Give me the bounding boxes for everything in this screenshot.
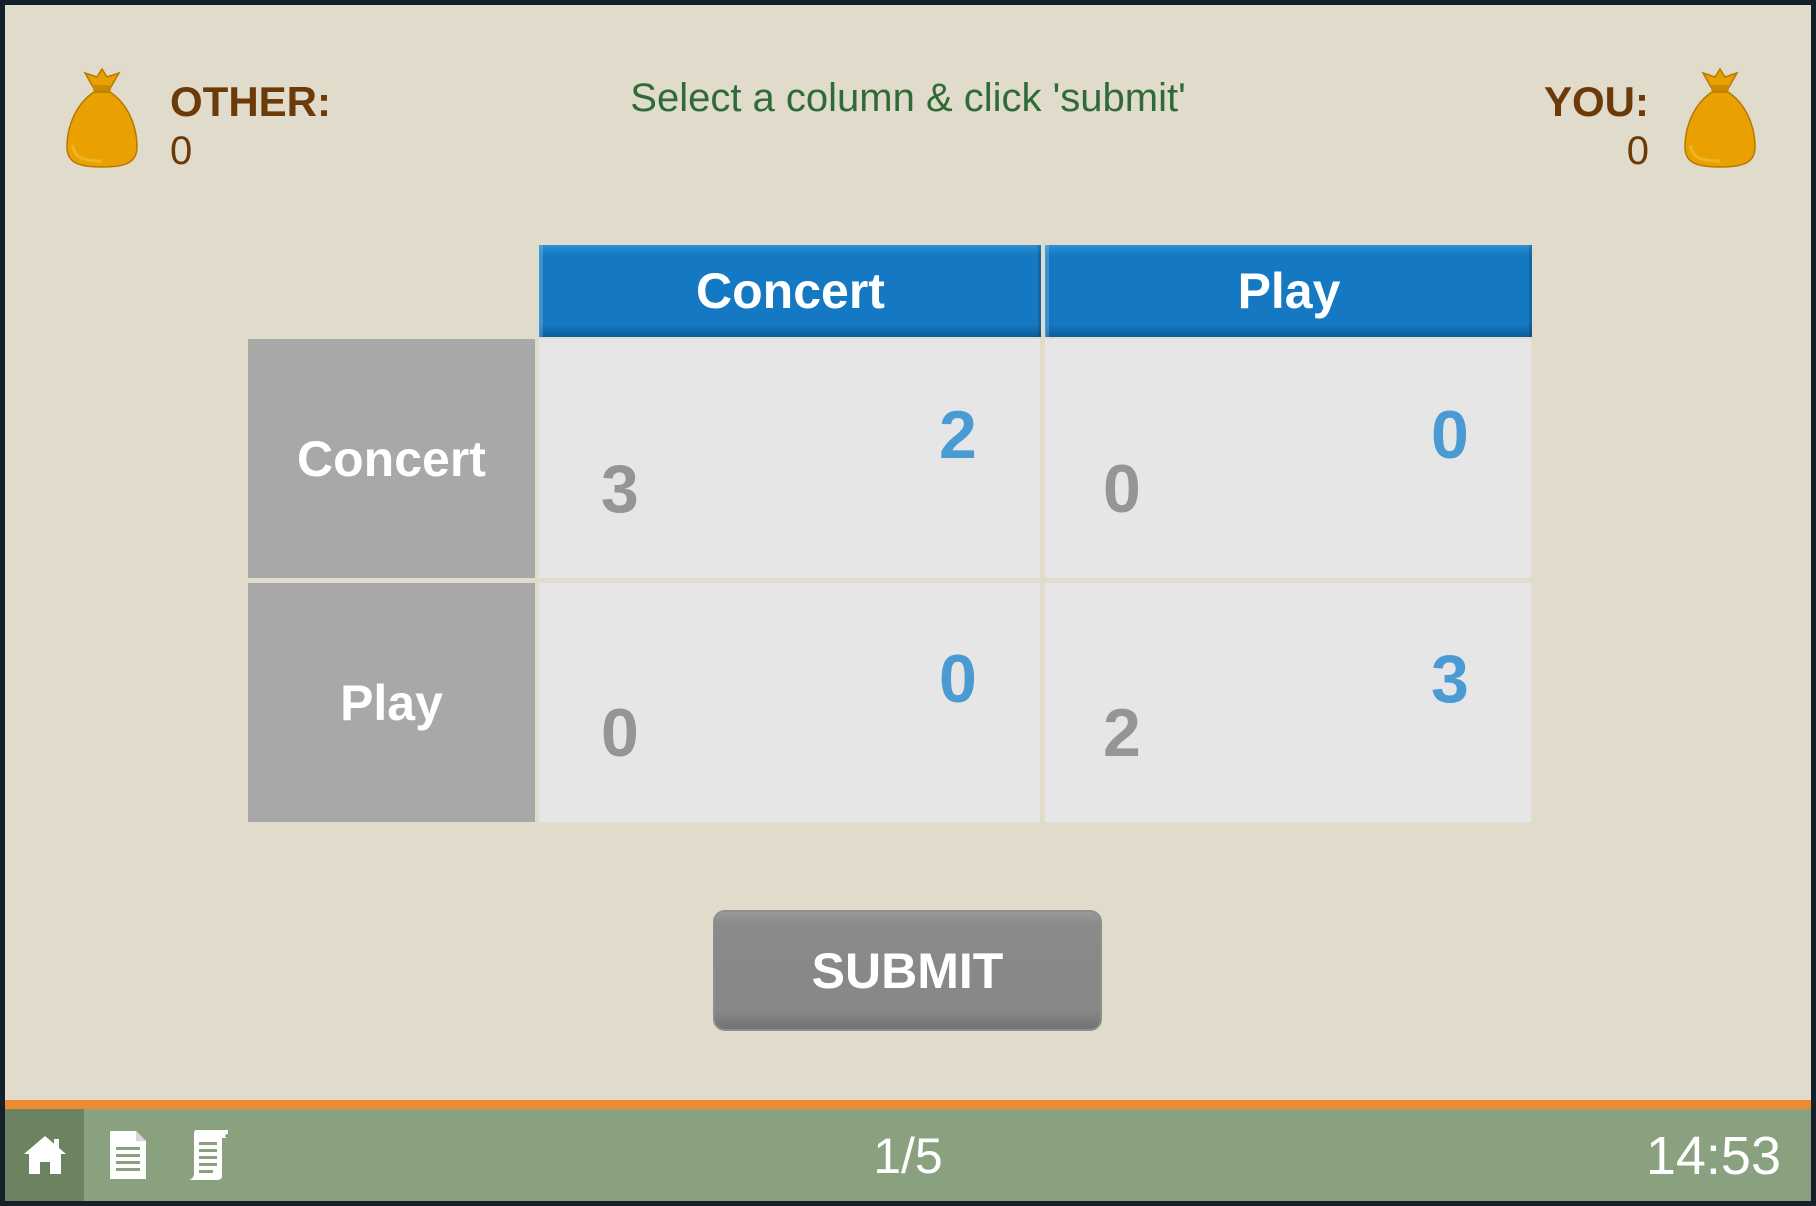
payoff-cell-play-play[interactable]: 3 2 — [1045, 583, 1531, 822]
payoff-other: 3 — [601, 451, 639, 527]
you-score-label: YOU: — [1544, 78, 1649, 125]
payoff-other: 0 — [601, 695, 639, 771]
clock-time: 14:53 — [1645, 1126, 1781, 1186]
footer-bar: 1/5 14:53 — [5, 1109, 1811, 1201]
page-counter: 1/5 — [873, 1128, 943, 1184]
instruction-text: Select a column & click 'submit' — [630, 76, 1186, 120]
submit-button[interactable]: SUBMIT — [713, 910, 1102, 1031]
you-score-value: 0 — [1626, 129, 1649, 173]
payoff-you: 0 — [1431, 397, 1469, 473]
payoff-cell-play-concert[interactable]: 0 0 — [539, 583, 1040, 822]
payoff-cell-concert-play[interactable]: 0 0 — [1045, 339, 1531, 578]
payoff-you: 0 — [939, 641, 977, 717]
payoff-other: 0 — [1103, 451, 1141, 527]
money-bag-icon — [1684, 67, 1756, 168]
other-score-value: 0 — [170, 129, 193, 173]
game-screen: OTHER: 0 Select a column & click 'submit… — [5, 5, 1811, 1201]
row-header-play: Play — [248, 583, 535, 822]
row-header-concert: Concert — [248, 339, 535, 578]
payoff-other: 2 — [1103, 695, 1141, 771]
payoff-cell-concert-concert[interactable]: 2 3 — [539, 339, 1040, 578]
footer-accent-bar — [5, 1100, 1811, 1109]
column-header-play[interactable]: Play — [1045, 245, 1532, 337]
payoff-you: 2 — [939, 397, 977, 473]
column-header-concert[interactable]: Concert — [539, 245, 1041, 337]
payoff-you: 3 — [1431, 641, 1469, 717]
